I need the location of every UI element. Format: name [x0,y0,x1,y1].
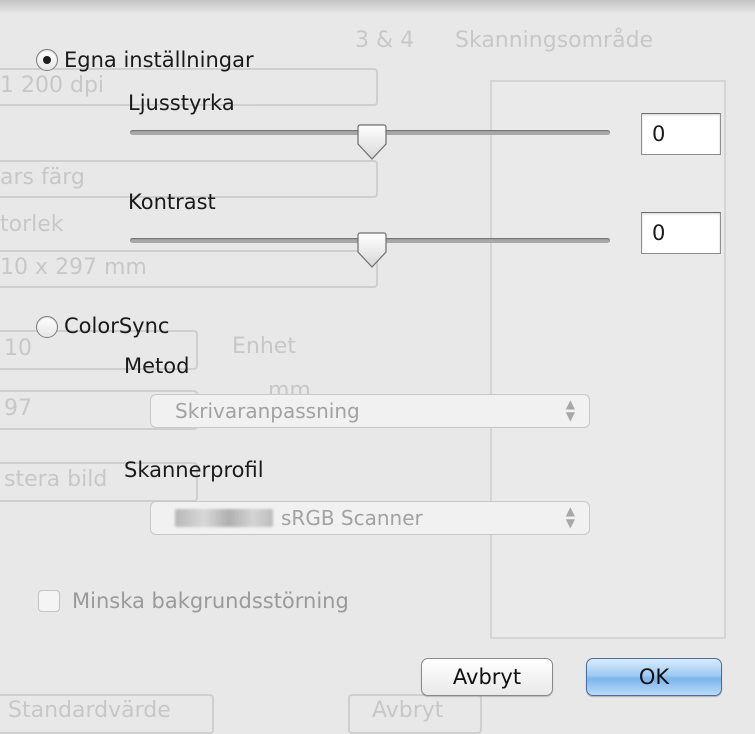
image-adjust-sheet: Egna inställningar Ljusstyrka 0 Kontrast… [0,0,755,721]
custom-settings-radio[interactable] [36,49,58,71]
cancel-button[interactable]: Avbryt [421,658,553,696]
radio-selected-dot [43,56,51,64]
reduce-noise-label: Minska bakgrundsstörning [72,589,349,613]
brightness-value-field[interactable]: 0 [641,113,721,155]
blurred-vendor-name [175,509,273,527]
reduce-noise-checkbox[interactable] [38,590,60,612]
scanner-profile-popup-value-wrap: sRGB Scanner [175,506,423,530]
chevron-up-down-icon: ▲ ▼ [565,397,575,423]
method-label: Metod [124,354,190,378]
contrast-slider-thumb[interactable] [357,232,387,268]
scanner-profile-label: Skannerprofil [124,458,264,482]
brightness-slider-thumb[interactable] [357,124,387,160]
contrast-label: Kontrast [128,190,216,214]
colorsync-radio[interactable] [36,316,58,338]
sheet-top-shadow [0,0,755,14]
method-popup-value: Skrivaranpassning [175,399,360,423]
colorsync-label[interactable]: ColorSync [64,313,169,339]
scanner-profile-popup[interactable]: sRGB Scanner ▲ ▼ [150,501,590,535]
contrast-value-field[interactable]: 0 [641,212,721,254]
chevron-up-down-icon: ▲ ▼ [565,504,575,530]
method-popup[interactable]: Skrivaranpassning ▲ ▼ [150,394,590,428]
scanner-profile-popup-value: sRGB Scanner [281,506,423,530]
custom-settings-label[interactable]: Egna inställningar [64,47,254,73]
ok-button[interactable]: OK [586,658,722,696]
brightness-label: Ljusstyrka [128,91,235,115]
